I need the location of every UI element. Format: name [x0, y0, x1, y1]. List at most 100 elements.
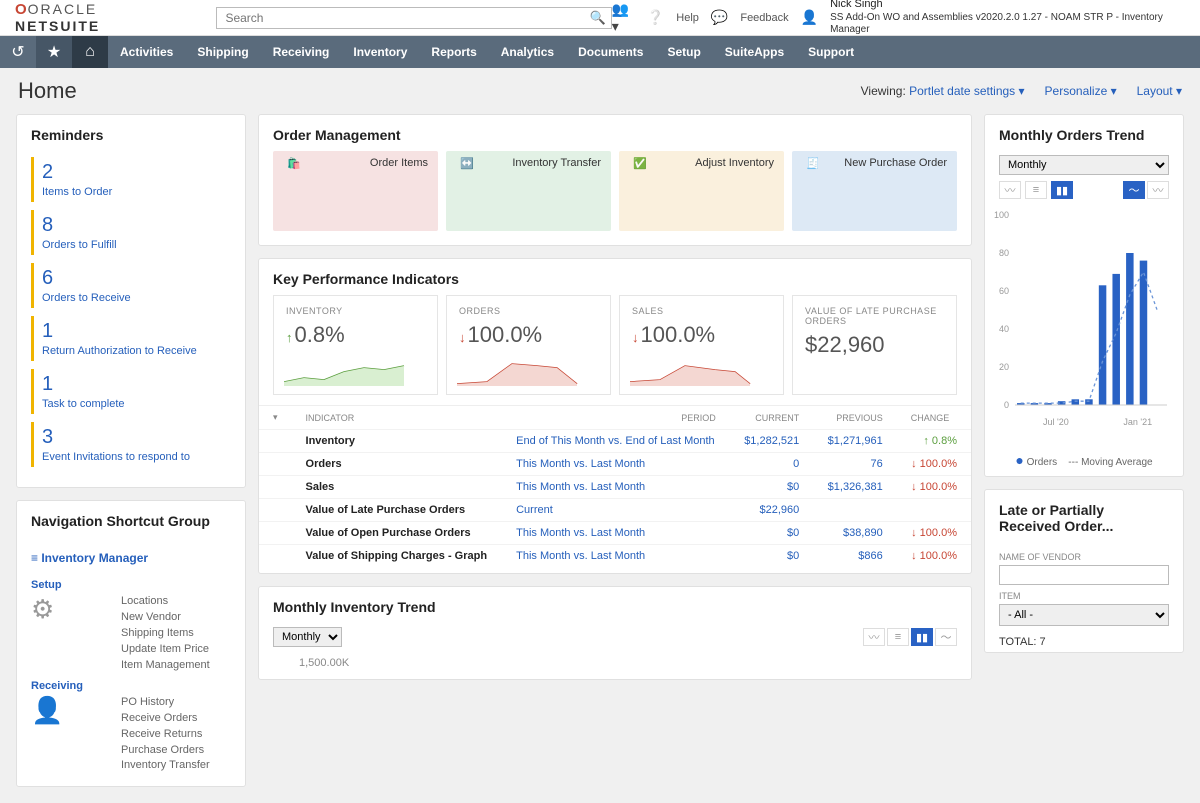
- logo-oracle: ORACLE: [28, 1, 98, 17]
- chart-combo-icon-r[interactable]: 〜: [1123, 181, 1145, 199]
- om-card[interactable]: New Purchase Order🧾: [792, 151, 957, 231]
- late-orders-title: Late or Partially Received Order...: [985, 490, 1183, 542]
- reminders-title: Reminders: [17, 115, 245, 151]
- recent-records-icon[interactable]: ↺: [0, 36, 36, 68]
- order-mgmt-title: Order Management: [259, 115, 971, 151]
- shortcut-link[interactable]: Locations: [121, 594, 210, 610]
- vendor-label: NAME OF VENDOR: [999, 552, 1169, 562]
- nav-activities[interactable]: Activities: [108, 36, 185, 68]
- nav-reports[interactable]: Reports: [419, 36, 488, 68]
- svg-text:40: 40: [999, 324, 1009, 334]
- reminder-item[interactable]: 8Orders to Fulfill: [31, 210, 231, 255]
- layout-link[interactable]: Layout ▾: [1137, 84, 1182, 98]
- reminder-item[interactable]: 2Items to Order: [31, 157, 231, 202]
- nav-suiteapps[interactable]: SuiteApps: [713, 36, 796, 68]
- svg-text:60: 60: [999, 286, 1009, 296]
- nav-setup[interactable]: Setup: [655, 36, 712, 68]
- chart-area-icon-r[interactable]: 〰: [999, 181, 1021, 199]
- shortcuts-title: Navigation Shortcut Group: [17, 501, 245, 537]
- late-orders-total: TOTAL: 7: [999, 636, 1169, 648]
- shortcut-role[interactable]: Inventory Manager: [31, 543, 231, 573]
- kpi-portlet: Key Performance Indicators INVENTORY0.8%…: [258, 258, 972, 574]
- order-management-portlet: Order Management Order Items🛍️Inventory …: [258, 114, 972, 246]
- monthly-orders-dropdown[interactable]: Monthly: [999, 155, 1169, 175]
- svg-text:80: 80: [999, 248, 1009, 258]
- kpi-title: Key Performance Indicators: [259, 259, 971, 295]
- page-subheader: Home Viewing: Portlet date settings ▾ Pe…: [0, 68, 1200, 114]
- viewing-selector[interactable]: Viewing: Portlet date settings ▾: [861, 84, 1025, 98]
- shortcuts-icon[interactable]: ★: [36, 36, 72, 68]
- kpi-row[interactable]: Value of Open Purchase OrdersThis Month …: [259, 522, 971, 545]
- app-header: OORACLE NETSUITE 🔍 👥▾ ❔ Help 💬 Feedback …: [0, 0, 1200, 36]
- feedback-link[interactable]: Feedback: [740, 12, 788, 24]
- feedback-icon[interactable]: 💬: [711, 9, 728, 26]
- vendor-input[interactable]: [999, 565, 1169, 585]
- kpi-table: ▾INDICATORPERIODCURRENTPREVIOUSCHANGEInv…: [259, 405, 971, 567]
- monthly-inventory-dropdown[interactable]: Monthly: [273, 627, 342, 647]
- svg-text:0: 0: [1004, 400, 1009, 410]
- kpi-card[interactable]: SALES100.0%: [619, 295, 784, 395]
- shortcut-link[interactable]: Shipping Items: [121, 626, 210, 642]
- shortcut-link[interactable]: Purchase Orders: [121, 743, 210, 759]
- kpi-row[interactable]: OrdersThis Month vs. Last Month076↓ 100.…: [259, 453, 971, 476]
- chart-bar-icon-r[interactable]: ▮▮: [1051, 181, 1073, 199]
- nav-inventory[interactable]: Inventory: [341, 36, 419, 68]
- reminder-item[interactable]: 3Event Invitations to respond to: [31, 422, 231, 467]
- nav-shipping[interactable]: Shipping: [185, 36, 260, 68]
- shortcut-link[interactable]: Update Item Price: [121, 642, 210, 658]
- kpi-card[interactable]: VALUE OF LATE PURCHASE ORDERS$22,960: [792, 295, 957, 395]
- help-link[interactable]: Help: [676, 12, 699, 24]
- monthly-inventory-axis: 1,500.00K: [259, 653, 971, 679]
- kpi-row[interactable]: SalesThis Month vs. Last Month$0$1,326,3…: [259, 476, 971, 499]
- shortcut-link[interactable]: Item Management: [121, 658, 210, 674]
- search-input[interactable]: [216, 7, 611, 29]
- kpi-row[interactable]: Value of Late Purchase OrdersCurrent$22,…: [259, 499, 971, 522]
- nav-support[interactable]: Support: [796, 36, 866, 68]
- chart-bar-icon[interactable]: ▮▮: [911, 628, 933, 646]
- user-icon[interactable]: 👤: [801, 9, 818, 26]
- kpi-card[interactable]: ORDERS100.0%: [446, 295, 611, 395]
- kpi-row[interactable]: InventoryEnd of This Month vs. End of La…: [259, 430, 971, 453]
- user-block[interactable]: Nick Singh SS Add-On WO and Assemblies v…: [830, 0, 1185, 37]
- om-card[interactable]: Order Items🛍️: [273, 151, 438, 231]
- kpi-row[interactable]: Value of Shipping Charges - GraphThis Mo…: [259, 545, 971, 568]
- home-icon[interactable]: ⌂: [72, 36, 108, 68]
- shortcut-link[interactable]: Receive Orders: [121, 711, 210, 727]
- om-card[interactable]: Adjust Inventory✅: [619, 151, 784, 231]
- logo-netsuite: NETSUITE: [15, 18, 100, 34]
- om-card-icon: 🧾: [806, 157, 947, 223]
- shortcut-link[interactable]: Inventory Transfer: [121, 758, 210, 774]
- shortcut-link[interactable]: PO History: [121, 695, 210, 711]
- logo: OORACLE NETSUITE: [15, 1, 181, 35]
- chart-area-icon[interactable]: 〰: [863, 628, 885, 646]
- help-icon[interactable]: ❔: [647, 9, 664, 26]
- item-label: ITEM: [999, 591, 1169, 601]
- shortcut-link[interactable]: New Vendor: [121, 610, 210, 626]
- svg-text:20: 20: [999, 362, 1009, 372]
- reminders-portlet: Reminders 2Items to Order 8Orders to Fulf…: [16, 114, 246, 488]
- monthly-inventory-title: Monthly Inventory Trend: [259, 587, 971, 623]
- reminder-item[interactable]: 1Task to complete: [31, 369, 231, 414]
- chart-list-icon-r[interactable]: ≡: [1025, 181, 1047, 199]
- roles-icon[interactable]: 👥▾: [612, 1, 635, 35]
- nav-analytics[interactable]: Analytics: [489, 36, 566, 68]
- reminder-item[interactable]: 1Return Authorization to Receive: [31, 316, 231, 361]
- chart-line-icon[interactable]: 〜: [935, 628, 957, 646]
- shortcut-link[interactable]: Receive Returns: [121, 727, 210, 743]
- svg-text:100: 100: [994, 210, 1009, 220]
- nav-documents[interactable]: Documents: [566, 36, 655, 68]
- kpi-card[interactable]: INVENTORY0.8%: [273, 295, 438, 395]
- om-card[interactable]: Inventory Transfer↔️: [446, 151, 611, 231]
- monthly-orders-portlet: Monthly Orders Trend Monthly 〰 ≡ ▮▮ 〜 〰 …: [984, 114, 1184, 477]
- personalize-link[interactable]: Personalize ▾: [1045, 84, 1117, 98]
- reminder-item[interactable]: 6Orders to Receive: [31, 263, 231, 308]
- page-title: Home: [18, 78, 77, 104]
- chart-list-icon[interactable]: ≡: [887, 628, 909, 646]
- nav-receiving[interactable]: Receiving: [261, 36, 342, 68]
- search-icon[interactable]: 🔍: [590, 10, 606, 26]
- chart-line-icon-r[interactable]: 〰: [1147, 181, 1169, 199]
- monthly-inventory-portlet: Monthly Inventory Trend Monthly 〰 ≡ ▮▮ 〜…: [258, 586, 972, 680]
- item-select[interactable]: - All -: [999, 604, 1169, 626]
- late-orders-portlet: Late or Partially Received Order... NAME…: [984, 489, 1184, 653]
- user-name: Nick Singh: [830, 0, 1185, 12]
